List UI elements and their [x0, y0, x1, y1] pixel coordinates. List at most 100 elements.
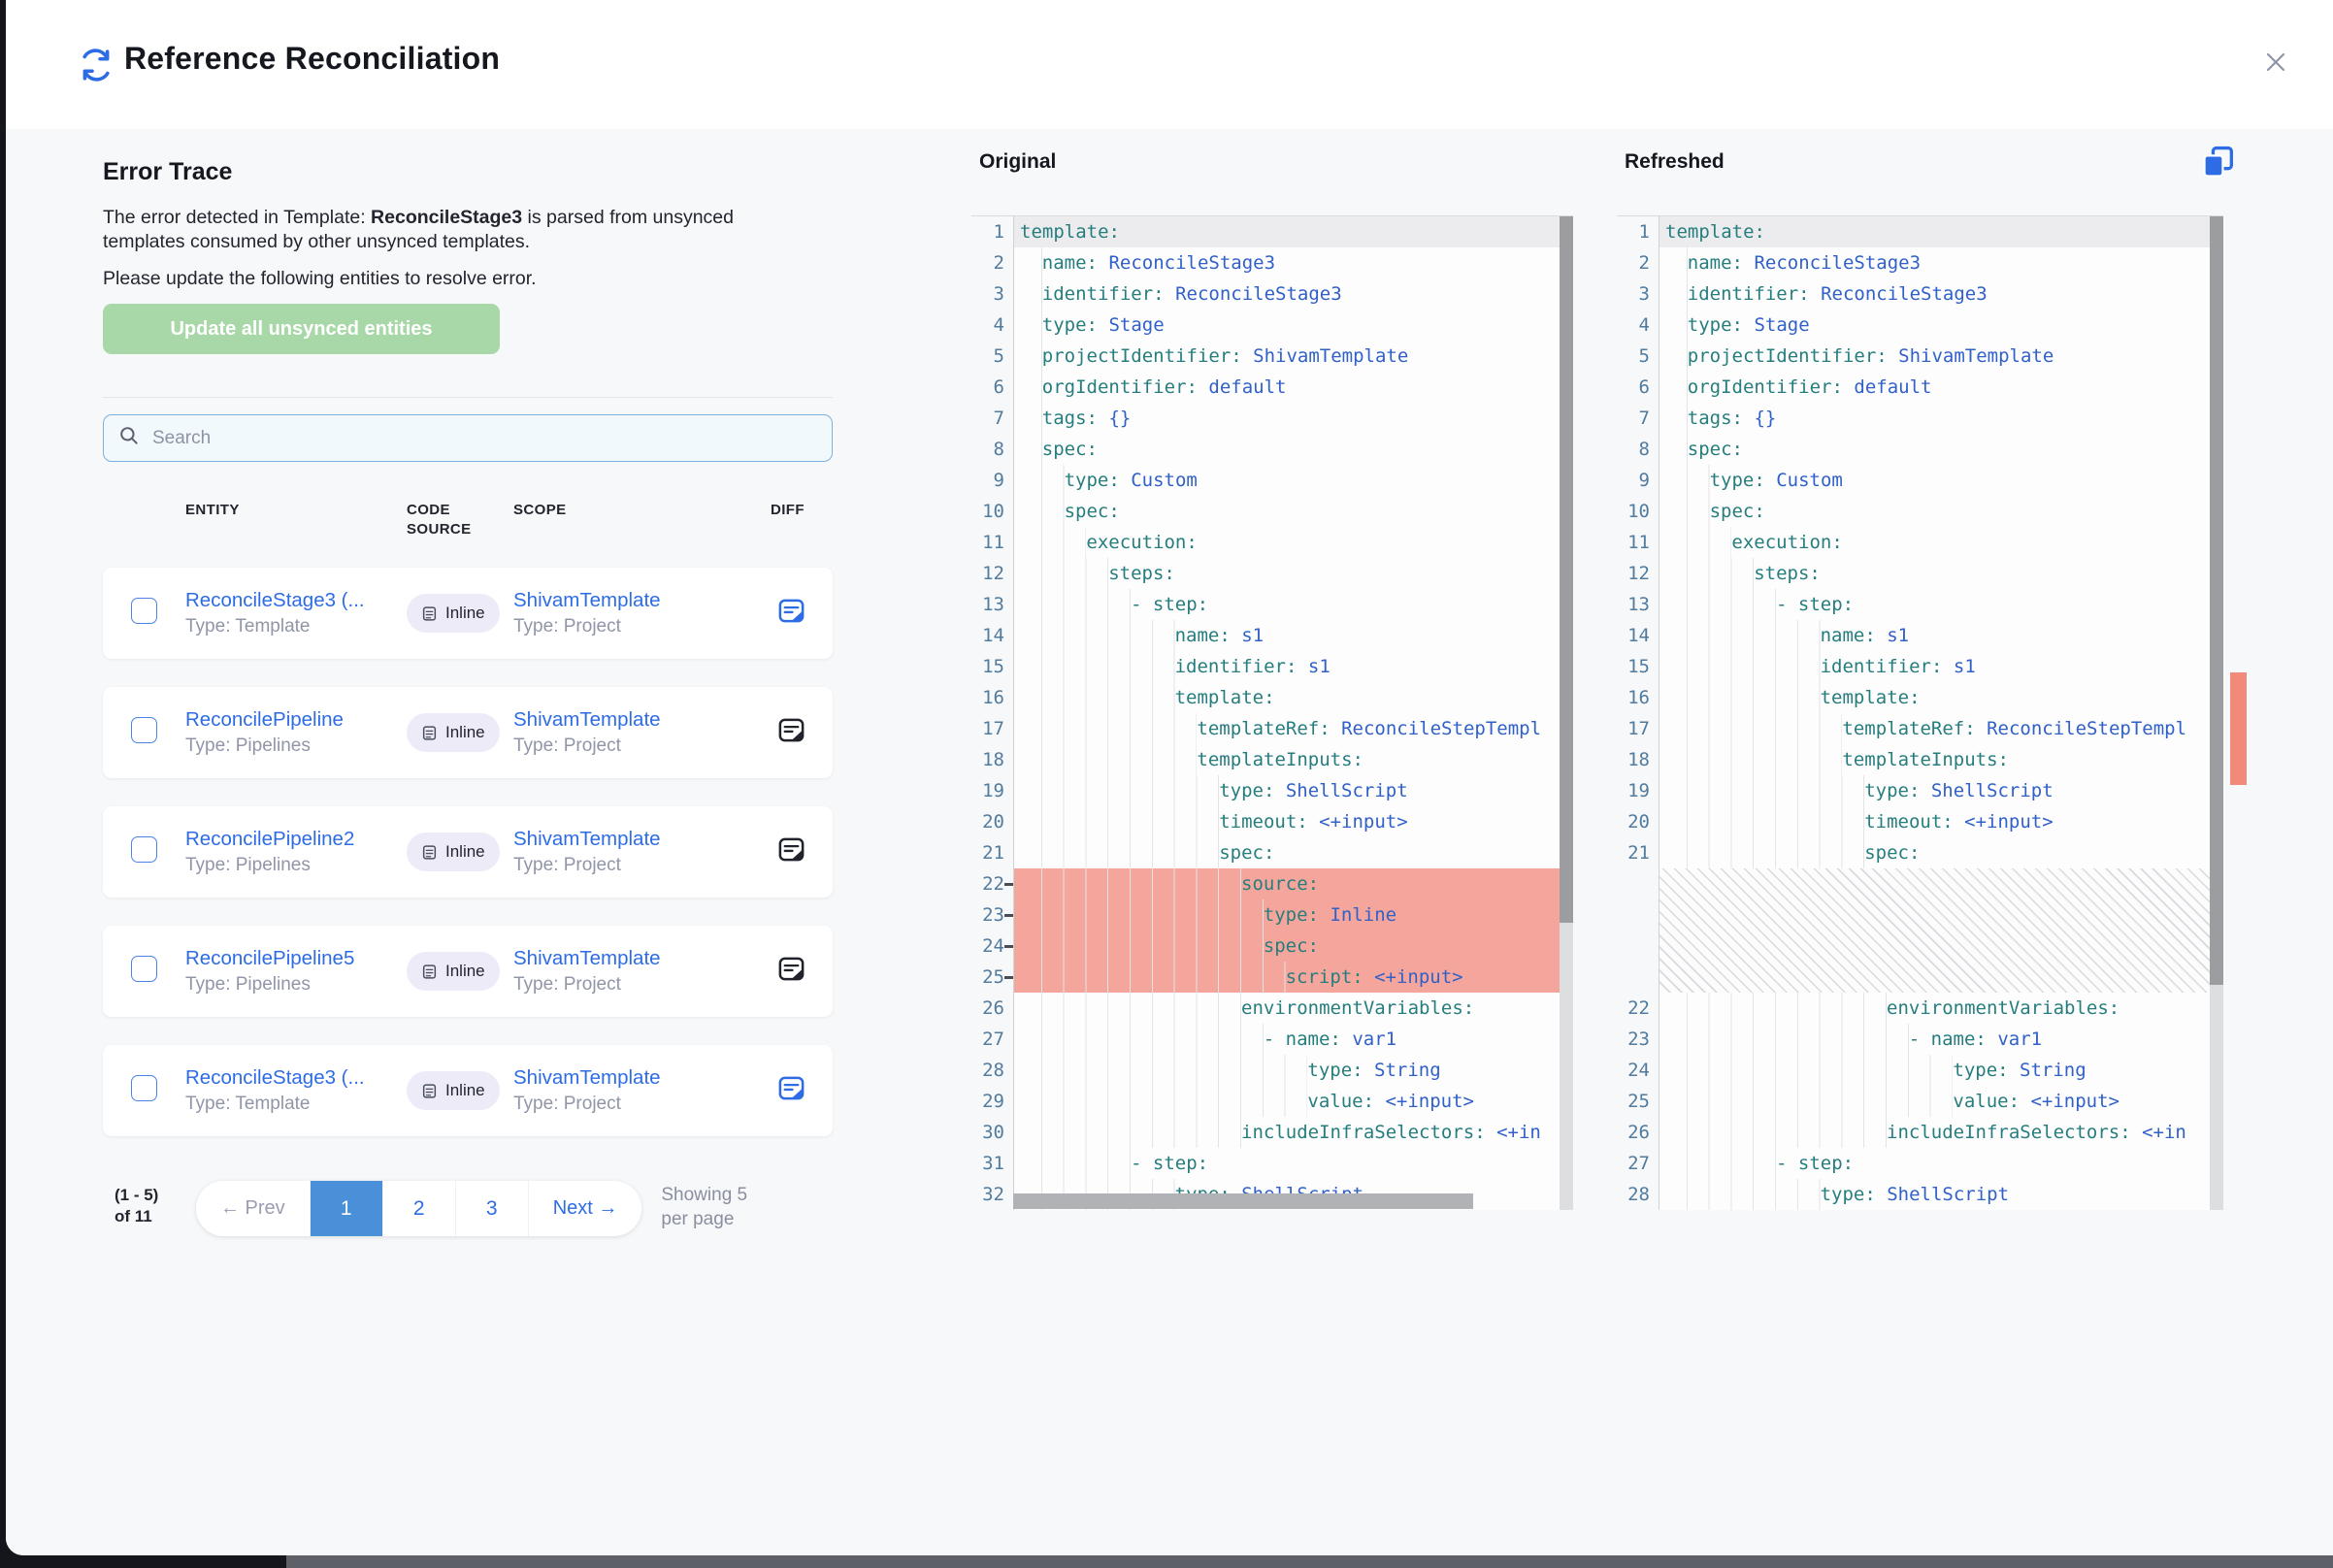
diff-icon-button[interactable] [776, 834, 806, 865]
scope-type: Type: Project [513, 735, 771, 757]
refreshed-vertical-scrollbar[interactable] [2210, 216, 2223, 1210]
row-checkbox[interactable] [131, 717, 157, 743]
prev-page-button[interactable]: ← Prev [196, 1181, 310, 1236]
line-number: 19 [971, 775, 1013, 806]
update-all-button[interactable]: Update all unsynced entities [103, 304, 500, 354]
col-code-source: CODE SOURCE [407, 501, 484, 539]
entity-link[interactable]: ReconcilePipeline2 [185, 828, 407, 851]
line-number: 21 [1617, 837, 1659, 868]
line-number: 28 [971, 1055, 1013, 1086]
entity-type: Type: Template [185, 1094, 407, 1115]
page-button-1[interactable]: 1 [310, 1181, 382, 1236]
diff-icon-button[interactable] [776, 1073, 806, 1103]
line-number: 13 [1617, 589, 1659, 620]
pagination-range: (1 - 5) of 11 [115, 1181, 165, 1227]
line-number: 31 [971, 1148, 1013, 1179]
diff-note-icon [776, 1092, 806, 1106]
code-line: 4type: Stage [971, 310, 1573, 341]
inline-source-icon [421, 964, 438, 980]
line-number: 11 [971, 527, 1013, 558]
original-vertical-scrollbar-thumb[interactable] [1560, 216, 1573, 923]
page-title: Reference Reconciliation [124, 41, 500, 77]
line-number: 13 [971, 589, 1013, 620]
line-number: 18 [1617, 744, 1659, 775]
diff-note-icon [776, 734, 806, 748]
line-number: 32 [971, 1179, 1013, 1210]
code-line: 14name: s1 [971, 620, 1573, 651]
code-line: 1template: [971, 216, 1573, 247]
diff-icon-button[interactable] [776, 596, 806, 626]
line-number: 22 [971, 868, 1013, 899]
code-line: 11execution: [971, 527, 1573, 558]
code-line: 17templateRef: ReconcileStepTempl [971, 713, 1573, 744]
code-line: 27- name: var1 [971, 1024, 1573, 1055]
code-line: 13- step: [1617, 589, 2223, 620]
diff-note-icon [776, 853, 806, 867]
row-checkbox[interactable] [131, 598, 157, 624]
line-number: 20 [1617, 806, 1659, 837]
code-source-label: Inline [445, 723, 485, 742]
code-line: 29value: <+input> [971, 1086, 1573, 1117]
scope-link[interactable]: ShivamTemplate [513, 708, 771, 732]
code-line: 15identifier: s1 [1617, 651, 2223, 682]
entity-link[interactable]: ReconcileStage3 (... [185, 1066, 407, 1090]
scope-link[interactable]: ShivamTemplate [513, 589, 771, 612]
code-line: 27- step: [1617, 1148, 2223, 1179]
error-trace-heading: Error Trace [103, 158, 833, 186]
entity-link[interactable]: ReconcileStage3 (... [185, 589, 407, 612]
entity-row: ReconcilePipeline5Type: PipelinesInlineS… [103, 926, 833, 1017]
code-line: 10spec: [1617, 496, 2223, 527]
scope-link[interactable]: ShivamTemplate [513, 947, 771, 970]
code-source-badge: Inline [407, 594, 500, 633]
code-line: 19type: ShellScript [1617, 775, 2223, 806]
line-number: 2 [1617, 247, 1659, 278]
row-checkbox[interactable] [131, 1075, 157, 1101]
close-icon [2260, 66, 2291, 81]
code-line: 28type: String [971, 1055, 1573, 1086]
scope-link[interactable]: ShivamTemplate [513, 1066, 771, 1090]
line-number: 3 [1617, 278, 1659, 310]
code-source-label: Inline [445, 1081, 485, 1100]
scope-link[interactable]: ShivamTemplate [513, 828, 771, 851]
original-vertical-scrollbar[interactable] [1560, 216, 1573, 1210]
scope-type: Type: Project [513, 1094, 771, 1115]
line-number: 1 [1617, 216, 1659, 247]
code-line: 13- step: [971, 589, 1573, 620]
diff-icon-button[interactable] [776, 954, 806, 984]
page-button-3[interactable]: 3 [455, 1181, 528, 1236]
search-input[interactable] [150, 427, 817, 450]
table-header: ENTITY CODE SOURCE SCOPE DIFF [103, 501, 833, 539]
code-line: 12steps: [1617, 558, 2223, 589]
entity-link[interactable]: ReconcilePipeline [185, 708, 407, 732]
code-line: 25value: <+input> [1617, 1086, 2223, 1117]
line-number: 8 [1617, 434, 1659, 465]
line-number: 16 [1617, 682, 1659, 713]
original-code: 1template:2name: ReconcileStage33identif… [971, 215, 1573, 1210]
page-horizontal-scrollbar-thumb[interactable] [286, 1555, 2333, 1568]
code-line: 9type: Custom [1617, 465, 2223, 496]
next-page-button[interactable]: Next → [528, 1181, 642, 1236]
line-number: 7 [1617, 403, 1659, 434]
original-horizontal-scrollbar-thumb[interactable] [1013, 1193, 1473, 1209]
diff-icon-button[interactable] [776, 715, 806, 745]
refreshed-panel: Refreshed 1template:2name: ReconcileStag… [1617, 129, 2257, 1361]
code-line: 26environmentVariables: [971, 993, 1573, 1024]
code-line: 14name: s1 [1617, 620, 2223, 651]
copy-button[interactable] [2197, 141, 2240, 183]
scope-type: Type: Project [513, 974, 771, 996]
col-entity: ENTITY [185, 501, 407, 520]
code-line: 17templateRef: ReconcileStepTempl [1617, 713, 2223, 744]
line-number: 17 [1617, 713, 1659, 744]
line-number: 17 [971, 713, 1013, 744]
modal-header: Reference Reconciliation [6, 0, 2333, 129]
close-button[interactable] [2255, 43, 2296, 83]
refreshed-vertical-scrollbar-thumb[interactable] [2210, 216, 2223, 985]
code-line: 19type: ShellScript [971, 775, 1573, 806]
row-checkbox[interactable] [131, 956, 157, 982]
code-line: 12steps: [971, 558, 1573, 589]
page-button-2[interactable]: 2 [382, 1181, 455, 1236]
entity-row: ReconcilePipelineType: PipelinesInlineSh… [103, 687, 833, 778]
row-checkbox[interactable] [131, 836, 157, 863]
entity-link[interactable]: ReconcilePipeline5 [185, 947, 407, 970]
line-number: 27 [971, 1024, 1013, 1055]
